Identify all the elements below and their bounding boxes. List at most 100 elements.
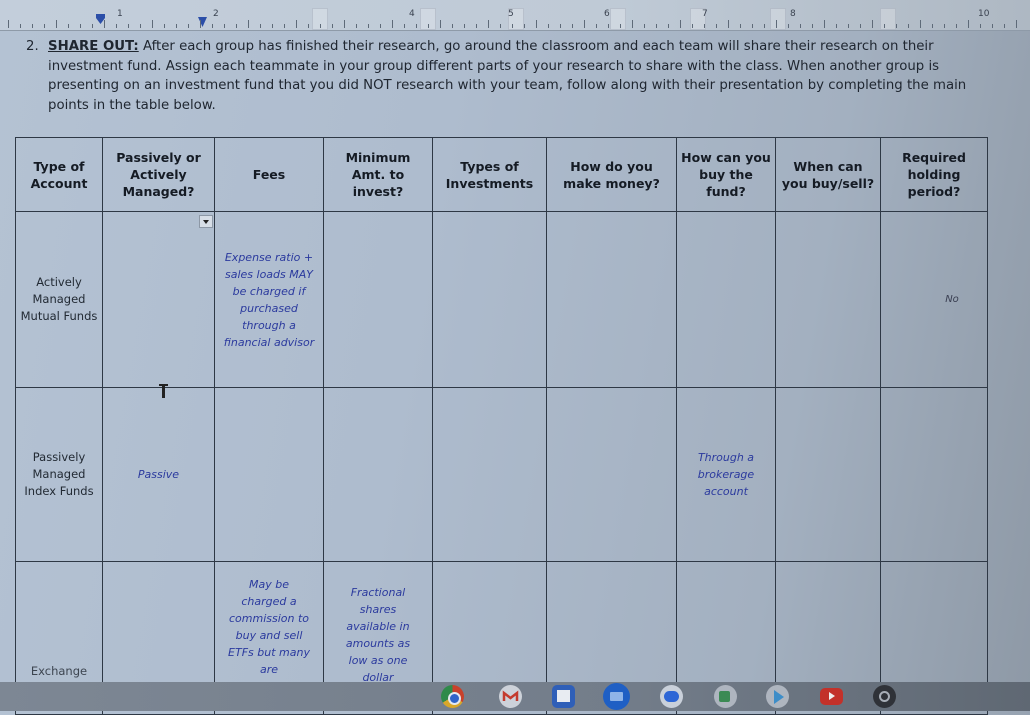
cell-fees[interactable]: Expense ratio + sales loads MAY be charg…	[214, 211, 324, 388]
instructions-body: After each group has finished their rese…	[48, 39, 967, 113]
column-marker[interactable]	[610, 8, 626, 30]
ruler-tick	[140, 24, 141, 28]
ruler-tick	[368, 24, 369, 28]
ruler-tick	[872, 20, 873, 28]
ruler-tick	[248, 20, 249, 28]
messages-icon[interactable]	[660, 685, 683, 708]
ruler-tick	[704, 24, 705, 28]
ruler-tick	[572, 24, 573, 28]
ruler-tick	[212, 24, 213, 28]
cell-investments[interactable]	[432, 211, 547, 388]
ruler-tick	[332, 24, 333, 28]
ruler-tick	[680, 20, 681, 28]
cell-when-buy-sell[interactable]	[775, 387, 881, 562]
taskbar-shelf	[0, 682, 1030, 711]
meet-icon[interactable]	[714, 685, 737, 708]
settings-icon[interactable]	[873, 685, 896, 708]
ruler-tick	[416, 24, 417, 28]
ruler-tick	[284, 24, 285, 28]
ruler-tick	[716, 24, 717, 28]
cell-managed[interactable]: Passive	[102, 387, 215, 562]
ruler-tick	[656, 24, 657, 28]
ruler-tick	[788, 24, 789, 28]
ruler-tick	[308, 24, 309, 28]
ruler-label: 10	[978, 9, 990, 19]
ruler-tick	[272, 24, 273, 28]
ruler-tick	[68, 24, 69, 28]
ruler-tick	[56, 20, 57, 28]
cell-fees[interactable]	[214, 387, 324, 562]
ruler-label: 8	[790, 9, 796, 19]
cell-holding-period[interactable]	[880, 387, 988, 562]
header-minimum-amount: Minimum Amt. to invest?	[323, 137, 433, 212]
ruler-tick	[944, 24, 945, 28]
ruler-label: 1	[117, 9, 123, 19]
cell-how-buy[interactable]	[676, 211, 776, 388]
play-store-icon[interactable]	[766, 685, 789, 708]
ruler-tick	[488, 20, 489, 28]
ruler-tick	[764, 24, 765, 28]
cell-minimum[interactable]	[323, 387, 433, 562]
ruler-tick	[104, 20, 105, 28]
cell-make-money[interactable]	[546, 211, 677, 388]
ruler-tick	[320, 24, 321, 28]
ruler-tick	[548, 24, 549, 28]
cell-minimum[interactable]	[323, 211, 433, 388]
ruler-tick	[584, 20, 585, 28]
ruler-tick	[1016, 20, 1017, 28]
ruler-tick	[668, 24, 669, 28]
ruler-tick	[44, 24, 45, 28]
ruler-tick	[932, 24, 933, 28]
ruler-tick	[380, 24, 381, 28]
header-fees: Fees	[214, 137, 324, 212]
cell-make-money[interactable]	[546, 387, 677, 562]
gmail-icon[interactable]	[499, 685, 522, 708]
ruler-tick	[164, 24, 165, 28]
table-header-row: Type of Account Passively or Actively Ma…	[15, 137, 988, 212]
youtube-icon[interactable]	[820, 688, 843, 705]
cell-when-buy-sell[interactable]	[775, 211, 881, 388]
ruler-tick	[920, 20, 921, 28]
share-out-heading: SHARE OUT:	[48, 39, 139, 54]
ruler-tick	[536, 20, 537, 28]
ruler-tick	[728, 20, 729, 28]
files-icon[interactable]	[603, 683, 630, 710]
cell-how-buy[interactable]: Through a brokerage account	[676, 387, 776, 562]
calendar-icon[interactable]	[552, 685, 575, 708]
cell-type[interactable]: Passively Managed Index Funds	[15, 387, 103, 562]
ruler-tick	[188, 24, 189, 28]
ruler-tick	[512, 24, 513, 28]
cell-holding-period[interactable]: No	[880, 211, 988, 388]
ruler-tick	[608, 24, 609, 28]
ruler-tick	[200, 20, 201, 28]
header-types-of-investments: Types of Investments	[432, 137, 547, 212]
column-marker[interactable]	[770, 8, 786, 30]
ruler-tick	[992, 24, 993, 28]
header-how-make-money: How do you make money?	[546, 137, 677, 212]
ruler-tick	[824, 20, 825, 28]
ruler-label: 6	[604, 9, 610, 19]
document-ruler[interactable]: 1 2 4 5 6 7 8 10	[0, 0, 1030, 31]
dropdown-chevron-icon[interactable]	[199, 215, 213, 228]
ruler-tick	[392, 20, 393, 28]
column-marker[interactable]	[880, 8, 896, 30]
ruler-tick	[956, 24, 957, 28]
ruler-tick	[776, 20, 777, 28]
ruler-tick	[224, 24, 225, 28]
ruler-label: 2	[213, 9, 219, 19]
ruler-tick	[80, 24, 81, 28]
header-holding-period: Required holding period?	[880, 137, 988, 212]
ruler-tick	[176, 24, 177, 28]
chrome-icon[interactable]	[441, 685, 464, 708]
cell-investments[interactable]	[432, 387, 547, 562]
ruler-tick	[116, 24, 117, 28]
ruler-tick	[800, 24, 801, 28]
ruler-tick	[452, 24, 453, 28]
ruler-tick	[884, 24, 885, 28]
ruler-tick	[20, 24, 21, 28]
ruler-tick	[404, 24, 405, 28]
cell-type[interactable]: Actively Managed Mutual Funds	[15, 211, 103, 388]
ruler-tick	[524, 24, 525, 28]
cell-managed[interactable]	[102, 211, 215, 388]
ruler-tick	[128, 24, 129, 28]
